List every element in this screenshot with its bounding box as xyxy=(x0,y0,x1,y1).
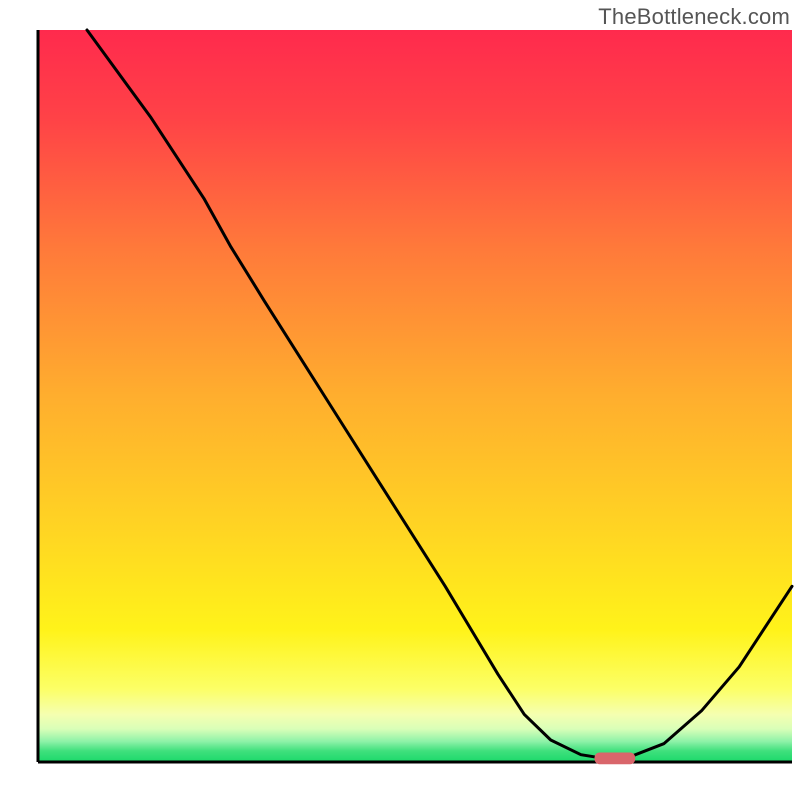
chart-container: TheBottleneck.com xyxy=(0,0,800,800)
optimal-marker xyxy=(595,753,636,765)
bottleneck-chart xyxy=(0,0,800,800)
watermark: TheBottleneck.com xyxy=(598,4,790,30)
plot-background xyxy=(38,30,792,762)
